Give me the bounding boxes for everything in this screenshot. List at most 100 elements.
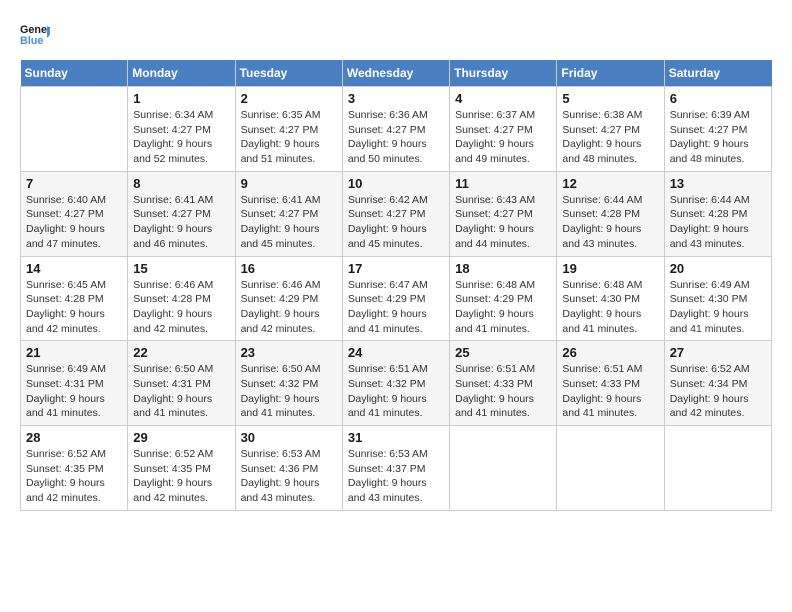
day-info: Sunrise: 6:36 AMSunset: 4:27 PMDaylight:… — [348, 108, 444, 167]
calendar-cell: 11 Sunrise: 6:43 AMSunset: 4:27 PMDayligh… — [450, 171, 557, 256]
calendar-cell: 29 Sunrise: 6:52 AMSunset: 4:35 PMDayligh… — [128, 426, 235, 511]
calendar-cell — [557, 426, 664, 511]
day-number: 29 — [133, 430, 229, 445]
calendar-cell: 28 Sunrise: 6:52 AMSunset: 4:35 PMDayligh… — [21, 426, 128, 511]
calendar-cell: 16 Sunrise: 6:46 AMSunset: 4:29 PMDayligh… — [235, 256, 342, 341]
day-info: Sunrise: 6:35 AMSunset: 4:27 PMDaylight:… — [241, 108, 337, 167]
day-info: Sunrise: 6:38 AMSunset: 4:27 PMDaylight:… — [562, 108, 658, 167]
day-info: Sunrise: 6:43 AMSunset: 4:27 PMDaylight:… — [455, 193, 551, 252]
day-number: 5 — [562, 91, 658, 106]
col-header-sunday: Sunday — [21, 60, 128, 87]
day-number: 9 — [241, 176, 337, 191]
day-info: Sunrise: 6:45 AMSunset: 4:28 PMDaylight:… — [26, 278, 122, 337]
day-number: 1 — [133, 91, 229, 106]
calendar-cell: 8 Sunrise: 6:41 AMSunset: 4:27 PMDaylight… — [128, 171, 235, 256]
calendar-cell: 9 Sunrise: 6:41 AMSunset: 4:27 PMDaylight… — [235, 171, 342, 256]
calendar-cell: 30 Sunrise: 6:53 AMSunset: 4:36 PMDayligh… — [235, 426, 342, 511]
calendar-cell: 15Sunrise: 6:46 AMSunset: 4:28 PMDayligh… — [128, 256, 235, 341]
day-info: Sunrise: 6:44 AMSunset: 4:28 PMDaylight:… — [670, 193, 766, 252]
calendar-cell: 2 Sunrise: 6:35 AMSunset: 4:27 PMDaylight… — [235, 87, 342, 172]
calendar-cell: 13 Sunrise: 6:44 AMSunset: 4:28 PMDayligh… — [664, 171, 771, 256]
day-number: 8 — [133, 176, 229, 191]
calendar-cell: 7 Sunrise: 6:40 AMSunset: 4:27 PMDaylight… — [21, 171, 128, 256]
day-info: Sunrise: 6:34 AMSunset: 4:27 PMDaylight:… — [133, 108, 229, 167]
calendar-cell: 5 Sunrise: 6:38 AMSunset: 4:27 PMDaylight… — [557, 87, 664, 172]
day-info: Sunrise: 6:52 AMSunset: 4:34 PMDaylight:… — [670, 362, 766, 421]
day-number: 30 — [241, 430, 337, 445]
day-number: 6 — [670, 91, 766, 106]
col-header-friday: Friday — [557, 60, 664, 87]
day-number: 7 — [26, 176, 122, 191]
day-info: Sunrise: 6:51 AMSunset: 4:32 PMDaylight:… — [348, 362, 444, 421]
day-number: 26 — [562, 345, 658, 360]
col-header-thursday: Thursday — [450, 60, 557, 87]
day-info: Sunrise: 6:53 AMSunset: 4:36 PMDaylight:… — [241, 447, 337, 506]
day-number: 24 — [348, 345, 444, 360]
page-header: General Blue — [20, 20, 772, 50]
calendar-cell: 20 Sunrise: 6:49 AMSunset: 4:30 PMDayligh… — [664, 256, 771, 341]
day-info: Sunrise: 6:39 AMSunset: 4:27 PMDaylight:… — [670, 108, 766, 167]
day-number: 3 — [348, 91, 444, 106]
day-number: 11 — [455, 176, 551, 191]
col-header-saturday: Saturday — [664, 60, 771, 87]
day-info: Sunrise: 6:41 AMSunset: 4:27 PMDaylight:… — [241, 193, 337, 252]
day-info: Sunrise: 6:52 AMSunset: 4:35 PMDaylight:… — [26, 447, 122, 506]
calendar-cell: 27 Sunrise: 6:52 AMSunset: 4:34 PMDayligh… — [664, 341, 771, 426]
calendar-cell: 25 Sunrise: 6:51 AMSunset: 4:33 PMDayligh… — [450, 341, 557, 426]
calendar-cell: 3 Sunrise: 6:36 AMSunset: 4:27 PMDaylight… — [342, 87, 449, 172]
logo: General Blue — [20, 20, 54, 50]
col-header-wednesday: Wednesday — [342, 60, 449, 87]
calendar-cell — [21, 87, 128, 172]
col-header-monday: Monday — [128, 60, 235, 87]
day-number: 27 — [670, 345, 766, 360]
calendar-cell: 6 Sunrise: 6:39 AMSunset: 4:27 PMDaylight… — [664, 87, 771, 172]
day-info: Sunrise: 6:37 AMSunset: 4:27 PMDaylight:… — [455, 108, 551, 167]
col-header-tuesday: Tuesday — [235, 60, 342, 87]
day-info: Sunrise: 6:53 AMSunset: 4:37 PMDaylight:… — [348, 447, 444, 506]
calendar-cell: 23 Sunrise: 6:50 AMSunset: 4:32 PMDayligh… — [235, 341, 342, 426]
calendar-cell: 26Sunrise: 6:51 AMSunset: 4:33 PMDayligh… — [557, 341, 664, 426]
calendar-cell: 21 Sunrise: 6:49 AMSunset: 4:31 PMDayligh… — [21, 341, 128, 426]
day-number: 19 — [562, 261, 658, 276]
day-info: Sunrise: 6:47 AMSunset: 4:29 PMDaylight:… — [348, 278, 444, 337]
calendar-cell: 31 Sunrise: 6:53 AMSunset: 4:37 PMDayligh… — [342, 426, 449, 511]
day-number: 20 — [670, 261, 766, 276]
day-number: 21 — [26, 345, 122, 360]
day-info: Sunrise: 6:44 AMSunset: 4:28 PMDaylight:… — [562, 193, 658, 252]
calendar-cell: 24 Sunrise: 6:51 AMSunset: 4:32 PMDayligh… — [342, 341, 449, 426]
day-number: 12 — [562, 176, 658, 191]
day-number: 13 — [670, 176, 766, 191]
day-number: 31 — [348, 430, 444, 445]
day-number: 28 — [26, 430, 122, 445]
day-info: Sunrise: 6:40 AMSunset: 4:27 PMDaylight:… — [26, 193, 122, 252]
svg-text:Blue: Blue — [20, 35, 43, 47]
day-info: Sunrise: 6:48 AMSunset: 4:29 PMDaylight:… — [455, 278, 551, 337]
day-info: Sunrise: 6:49 AMSunset: 4:31 PMDaylight:… — [26, 362, 122, 421]
day-info: Sunrise: 6:50 AMSunset: 4:31 PMDaylight:… — [133, 362, 229, 421]
day-number: 2 — [241, 91, 337, 106]
logo-icon: General Blue — [20, 20, 50, 50]
day-number: 10 — [348, 176, 444, 191]
day-info: Sunrise: 6:46 AMSunset: 4:28 PMDaylight:… — [133, 278, 229, 337]
calendar-cell — [450, 426, 557, 511]
day-info: Sunrise: 6:42 AMSunset: 4:27 PMDaylight:… — [348, 193, 444, 252]
day-number: 25 — [455, 345, 551, 360]
day-number: 16 — [241, 261, 337, 276]
day-info: Sunrise: 6:51 AMSunset: 4:33 PMDaylight:… — [455, 362, 551, 421]
calendar-cell: 17 Sunrise: 6:47 AMSunset: 4:29 PMDayligh… — [342, 256, 449, 341]
day-number: 4 — [455, 91, 551, 106]
calendar-table: SundayMondayTuesdayWednesdayThursdayFrid… — [20, 60, 772, 511]
calendar-cell: 18Sunrise: 6:48 AMSunset: 4:29 PMDayligh… — [450, 256, 557, 341]
calendar-cell: 22 Sunrise: 6:50 AMSunset: 4:31 PMDayligh… — [128, 341, 235, 426]
day-info: Sunrise: 6:50 AMSunset: 4:32 PMDaylight:… — [241, 362, 337, 421]
day-info: Sunrise: 6:46 AMSunset: 4:29 PMDaylight:… — [241, 278, 337, 337]
calendar-cell: 19Sunrise: 6:48 AMSunset: 4:30 PMDayligh… — [557, 256, 664, 341]
day-number: 22 — [133, 345, 229, 360]
day-info: Sunrise: 6:52 AMSunset: 4:35 PMDaylight:… — [133, 447, 229, 506]
calendar-cell: 4 Sunrise: 6:37 AMSunset: 4:27 PMDaylight… — [450, 87, 557, 172]
day-number: 17 — [348, 261, 444, 276]
day-info: Sunrise: 6:49 AMSunset: 4:30 PMDaylight:… — [670, 278, 766, 337]
day-number: 23 — [241, 345, 337, 360]
day-number: 14 — [26, 261, 122, 276]
day-info: Sunrise: 6:41 AMSunset: 4:27 PMDaylight:… — [133, 193, 229, 252]
